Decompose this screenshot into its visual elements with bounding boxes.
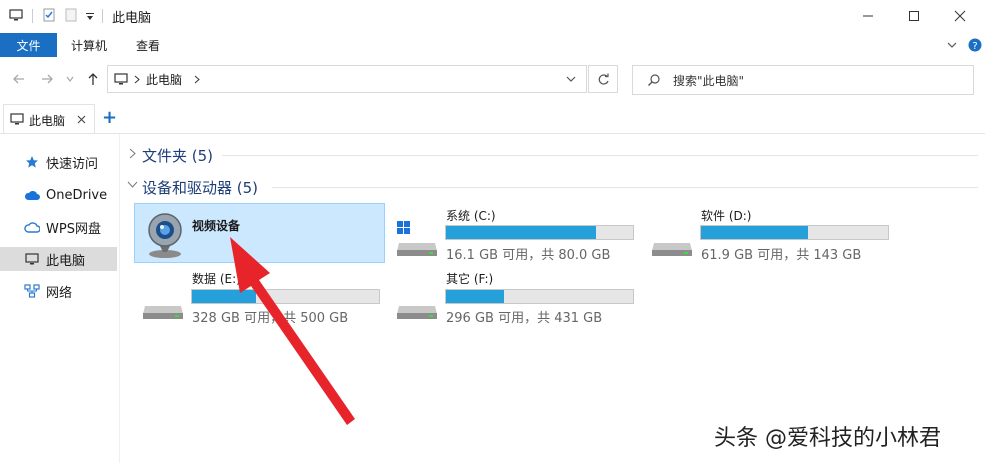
drive-item-d[interactable]: 软件 (D:) 61.9 GB 可用，共 143 GB <box>648 203 898 263</box>
chevron-down-icon[interactable] <box>566 76 576 83</box>
breadcrumb-this-pc[interactable]: 此电脑 <box>146 71 182 88</box>
tab-this-pc[interactable]: 此电脑 <box>3 104 95 134</box>
drive-name: 其它 (F:) <box>446 272 494 286</box>
hard-drive-icon <box>397 306 437 319</box>
drive-usage-bar <box>445 225 634 240</box>
search-box[interactable]: 搜索"此电脑" <box>632 65 974 95</box>
add-tab-button[interactable]: + <box>102 107 117 128</box>
sidebar-item-onedrive[interactable]: OneDrive <box>0 183 117 207</box>
hard-drive-icon <box>143 306 183 319</box>
drive-usage-fill <box>446 290 504 303</box>
group-divider <box>272 187 978 188</box>
properties-icon[interactable] <box>42 8 56 22</box>
drive-usage-bar <box>445 289 634 304</box>
sidebar-item-label: 网络 <box>46 285 73 301</box>
window-title: 此电脑 <box>112 11 152 26</box>
tab-file[interactable]: 文件 <box>0 33 57 57</box>
recent-locations-icon[interactable] <box>66 76 74 82</box>
close-button[interactable] <box>937 0 983 32</box>
group-header-devices[interactable]: 设备和驱动器 (5) <box>142 177 258 198</box>
drive-usage-fill <box>446 226 596 239</box>
expand-group-icon[interactable] <box>129 148 136 159</box>
svg-text:?: ? <box>972 41 977 52</box>
divider <box>32 9 33 23</box>
chevron-right-icon[interactable] <box>194 75 200 84</box>
group-divider <box>222 155 978 156</box>
chevron-right-icon[interactable] <box>134 75 140 84</box>
sidebar-item-label: 快速访问 <box>46 156 99 172</box>
back-arrow-icon[interactable] <box>12 72 26 86</box>
group-header-folders[interactable]: 文件夹 (5) <box>142 145 213 166</box>
drive-info: 16.1 GB 可用，共 80.0 GB <box>446 248 611 263</box>
annotation-arrow <box>230 237 355 425</box>
refresh-button[interactable] <box>588 65 618 93</box>
sidebar-item-this-pc[interactable]: 此电脑 <box>0 247 117 271</box>
drive-item-f[interactable]: 其它 (F:) 296 GB 可用，共 431 GB <box>393 266 643 326</box>
computer-icon <box>9 9 23 21</box>
tab-computer[interactable]: 计算机 <box>71 37 107 54</box>
maximize-button[interactable] <box>891 0 937 32</box>
forward-arrow-icon[interactable] <box>40 72 54 86</box>
help-icon[interactable]: ? <box>968 38 982 52</box>
watermark: 头条 @爱科技的小林君 <box>714 426 941 451</box>
network-icon <box>24 283 40 299</box>
address-bar[interactable]: 此电脑 <box>107 65 587 93</box>
close-tab-icon[interactable] <box>77 115 86 124</box>
search-input[interactable]: 搜索"此电脑" <box>673 72 744 89</box>
title-bar: 此电脑 <box>0 0 985 32</box>
tab-label: 此电脑 <box>29 114 66 128</box>
chevron-down-icon[interactable] <box>86 13 94 21</box>
computer-icon <box>114 73 128 85</box>
webcam-icon <box>148 213 182 258</box>
sidebar-item-label: WPS网盘 <box>46 221 101 237</box>
sidebar-item-quick-access[interactable]: 快速访问 <box>0 150 117 174</box>
maximize-icon <box>909 11 919 21</box>
sidebar-item-wps[interactable]: WPS网盘 <box>0 215 117 239</box>
sidebar-item-label: OneDrive <box>46 187 108 203</box>
drive-info: 61.9 GB 可用，共 143 GB <box>701 248 862 263</box>
computer-icon <box>24 251 40 267</box>
collapse-group-icon[interactable] <box>127 181 138 188</box>
tab-divider <box>0 133 985 134</box>
expand-ribbon-icon[interactable] <box>946 40 958 50</box>
drive-name: 系统 (C:) <box>446 209 496 223</box>
drive-usage-fill <box>701 226 808 239</box>
tab-view[interactable]: 查看 <box>136 37 160 54</box>
refresh-icon <box>598 73 609 85</box>
sidebar-divider <box>119 134 120 463</box>
search-icon <box>648 74 660 86</box>
sidebar-item-label: 此电脑 <box>46 253 86 269</box>
divider <box>102 9 103 23</box>
drive-name: 软件 (D:) <box>701 209 752 223</box>
system-drive-icon <box>397 221 437 256</box>
up-arrow-icon[interactable] <box>86 72 100 86</box>
sidebar-item-network[interactable]: 网络 <box>0 279 117 303</box>
drive-info: 296 GB 可用，共 431 GB <box>446 311 603 326</box>
wps-cloud-icon <box>24 219 40 235</box>
new-folder-icon[interactable] <box>64 8 78 22</box>
computer-icon <box>10 113 24 125</box>
minimize-button[interactable] <box>845 0 891 32</box>
close-icon <box>954 10 966 22</box>
drive-usage-bar <box>700 225 889 240</box>
star-icon <box>24 154 40 170</box>
hard-drive-icon <box>652 243 692 256</box>
drive-item-c[interactable]: 系统 (C:) 16.1 GB 可用，共 80.0 GB <box>393 203 643 263</box>
cloud-icon <box>24 187 40 203</box>
minimize-icon <box>863 15 873 17</box>
